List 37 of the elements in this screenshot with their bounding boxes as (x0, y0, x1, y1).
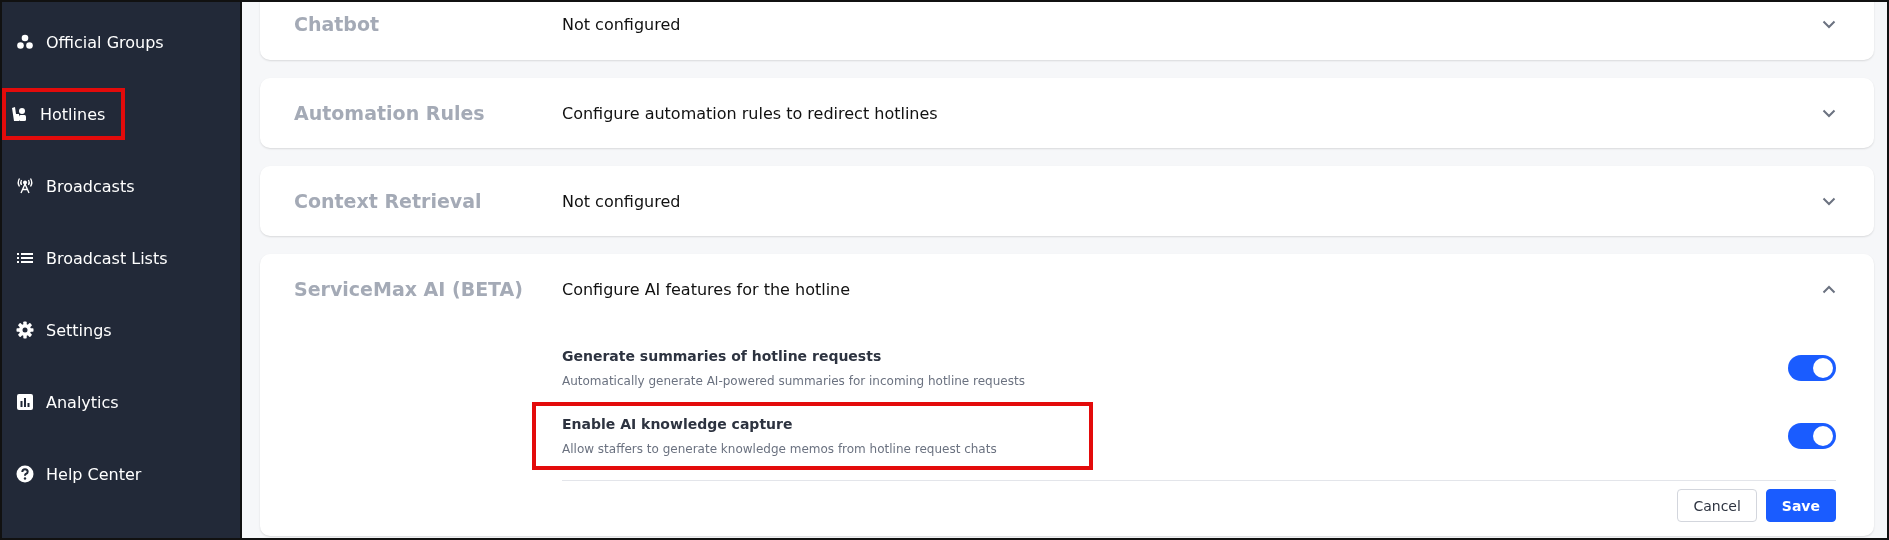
section-title: Chatbot (294, 13, 381, 35)
sidebar-item[interactable]: Broadcast Lists (14, 234, 176, 282)
toggle-switch[interactable] (1788, 355, 1836, 381)
section-header[interactable]: ServiceMax AI (BETA) Configure AI features for the hotline (260, 254, 1874, 324)
setting-description: Automatically generate AI-powered summaries for incoming hotline requests (562, 374, 1025, 388)
setting-label: Generate summaries of hotline requests (562, 348, 883, 364)
section-summary: Not configured (562, 191, 682, 211)
chevron-up-icon[interactable] (1822, 284, 1836, 294)
toggle-switch[interactable] (1788, 423, 1836, 449)
sidebar-item[interactable]: Hotlines (4, 90, 124, 138)
setting-label: Enable AI knowledge capture (562, 416, 794, 432)
save-button[interactable]: Save (1765, 489, 1836, 522)
groups-icon (16, 33, 34, 51)
chevron-down-icon[interactable] (1822, 19, 1836, 29)
sidebar-item[interactable]: Settings (14, 306, 120, 354)
sidebar-item[interactable]: Help Center (14, 450, 150, 498)
section-summary: Not configured (562, 14, 682, 34)
section-header[interactable]: Context Retrieval Not configured (260, 166, 1874, 236)
chart-icon (16, 393, 34, 411)
section-title: ServiceMax AI (BETA) (294, 278, 524, 300)
section-summary: Configure AI features for the hotline (562, 279, 852, 299)
cancel-button[interactable]: Cancel (1677, 489, 1757, 522)
sidebar-item[interactable]: Official Groups (14, 18, 172, 66)
chevron-down-icon[interactable] (1822, 108, 1836, 118)
person-hand-icon (10, 105, 28, 123)
section-title: Context Retrieval (294, 190, 483, 212)
section-summary: Configure automation rules to redirect hotlines (562, 103, 939, 123)
section-header[interactable]: Chatbot Not configured (260, 2, 1874, 60)
chevron-down-icon[interactable] (1822, 196, 1836, 206)
gear-icon (16, 321, 34, 339)
setting-description: Allow staffers to generate knowledge memos from hotline request chats (562, 442, 997, 456)
section-title: Automation Rules (294, 102, 486, 124)
section-header[interactable]: Automation Rules Configure automation rules to redirect hotlines (260, 78, 1874, 148)
help-icon (16, 465, 34, 483)
antenna-icon (16, 177, 34, 195)
sidebar-item[interactable]: Analytics (14, 378, 127, 426)
sidebar-item[interactable]: Broadcasts (14, 162, 143, 210)
